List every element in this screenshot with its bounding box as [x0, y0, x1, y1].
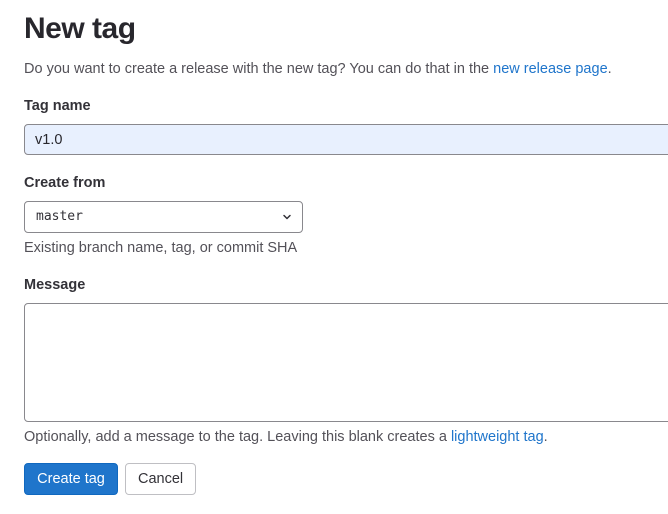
intro-text: Do you want to create a release with the…	[24, 61, 612, 77]
intro-text-end: .	[607, 61, 612, 77]
tag-name-input[interactable]	[24, 124, 668, 155]
new-release-page-link[interactable]: new release page	[493, 61, 607, 77]
create-from-help-text: Existing branch name, tag, or commit SHA	[24, 240, 298, 256]
create-from-selected-value: master	[36, 209, 83, 224]
lightweight-tag-link[interactable]: lightweight tag	[451, 429, 544, 445]
message-textarea[interactable]	[24, 303, 668, 422]
page-title: New tag	[24, 12, 136, 45]
create-from-dropdown[interactable]: master	[24, 201, 303, 233]
message-label: Message	[24, 277, 86, 293]
cancel-button[interactable]: Cancel	[125, 463, 196, 495]
create-from-label: Create from	[24, 175, 106, 191]
chevron-down-icon	[283, 214, 291, 220]
create-tag-button[interactable]: Create tag	[24, 463, 118, 495]
message-help-text: Optionally, add a message to the tag. Le…	[24, 429, 548, 445]
message-help-end: .	[543, 429, 548, 445]
message-help-body: Optionally, add a message to the tag. Le…	[24, 429, 451, 445]
tag-name-label: Tag name	[24, 98, 91, 114]
intro-text-body: Do you want to create a release with the…	[24, 61, 494, 77]
